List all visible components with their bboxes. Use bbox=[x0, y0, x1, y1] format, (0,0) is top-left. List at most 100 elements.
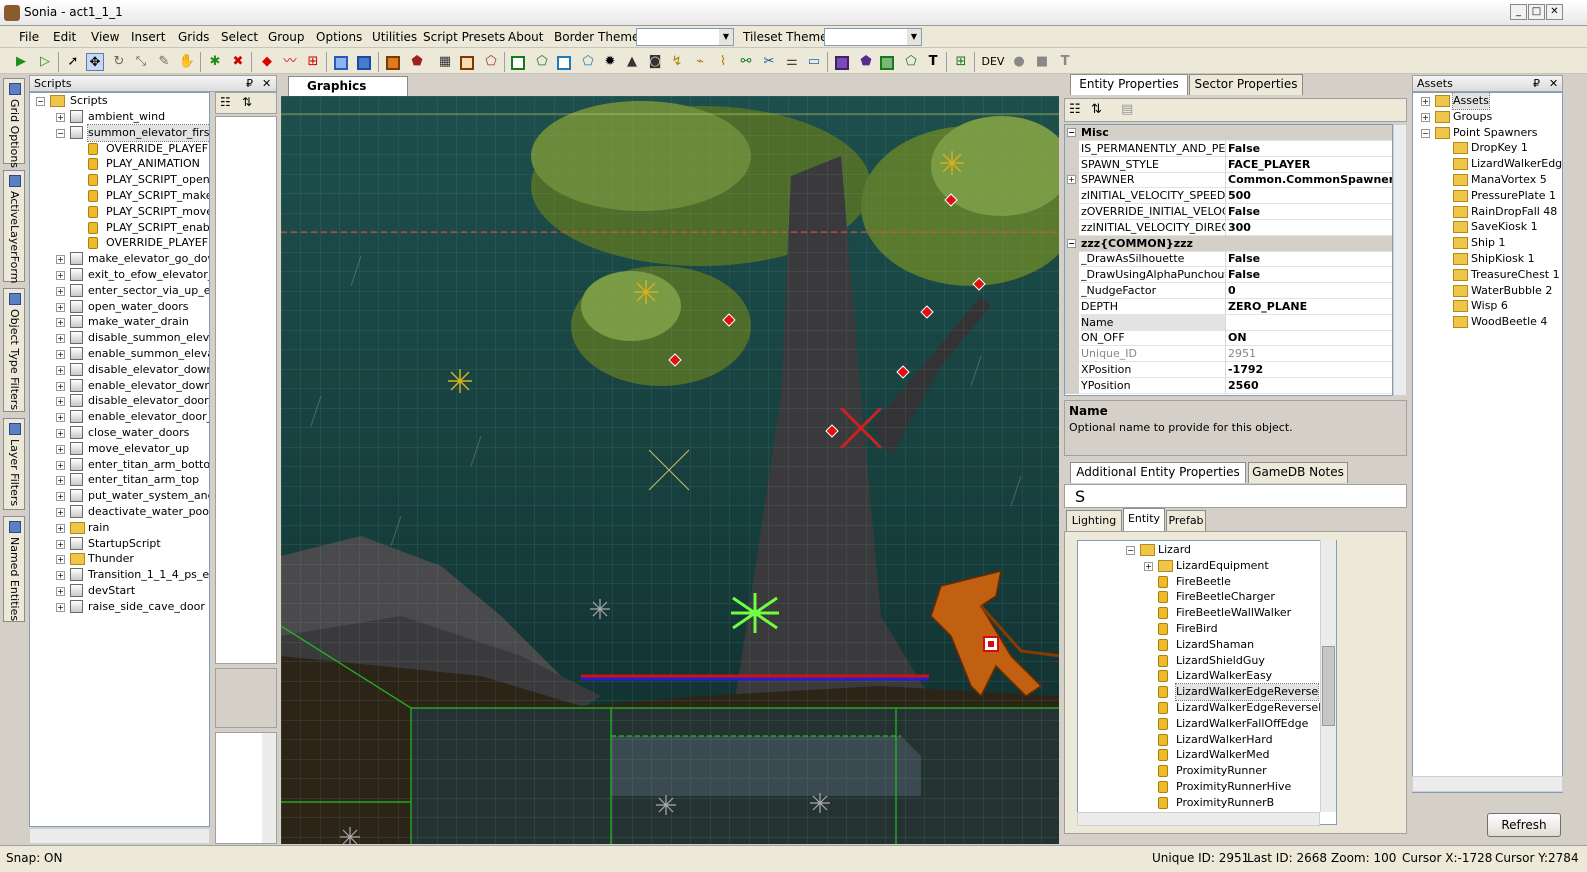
collapse-icon[interactable]: − bbox=[1067, 128, 1076, 137]
property-value[interactable]: 2560 bbox=[1228, 378, 1392, 393]
text-gray-icon[interactable]: T bbox=[1056, 53, 1074, 71]
expand-icon[interactable]: + bbox=[56, 113, 65, 122]
wrench-icon[interactable]: ✂ bbox=[760, 53, 778, 71]
property-value[interactable]: ZERO_PLANE bbox=[1228, 299, 1392, 314]
expand-icon[interactable]: + bbox=[56, 508, 65, 517]
square-green-icon[interactable] bbox=[880, 56, 894, 70]
menu-options[interactable]: Options bbox=[316, 30, 362, 44]
menu-view[interactable]: View bbox=[91, 30, 119, 44]
expand-icon[interactable]: + bbox=[56, 444, 65, 454]
property-row[interactable]: _NudgeFactor 0 bbox=[1065, 283, 1392, 299]
script-item[interactable]: + enable_elevator_down_tr bbox=[30, 378, 209, 394]
expand-icon[interactable]: + bbox=[56, 492, 65, 502]
property-category[interactable]: − zzz{COMMON}zzz bbox=[1065, 235, 1392, 252]
layers-icon[interactable] bbox=[357, 56, 371, 70]
asset-item[interactable]: LizardWalkerEdgeI bbox=[1413, 156, 1562, 172]
scale-icon[interactable]: ⤡ bbox=[132, 53, 150, 71]
dev-label[interactable]: DEV bbox=[980, 53, 1006, 71]
tab-graphics-window[interactable]: Graphics Window bbox=[288, 76, 408, 111]
asset-item[interactable]: + Groups bbox=[1413, 109, 1562, 125]
script-item[interactable]: + make_water_drain bbox=[30, 314, 209, 330]
entity-type-item[interactable]: FireBeetleWallWalker bbox=[1078, 605, 1336, 621]
add-point-icon[interactable]: ✱ bbox=[206, 53, 224, 71]
property-value[interactable]: 0 bbox=[1228, 283, 1392, 298]
asset-item[interactable]: WaterBubble 2 bbox=[1413, 283, 1562, 299]
expand-icon[interactable]: + bbox=[56, 555, 65, 565]
pentagon-dark-green-icon[interactable]: ⬠ bbox=[902, 53, 920, 71]
expand-icon[interactable]: + bbox=[56, 413, 65, 423]
tab-named-entities[interactable]: Named Entities bbox=[3, 516, 25, 622]
circle-icon[interactable]: ● bbox=[1010, 53, 1028, 71]
collapse-icon[interactable]: − bbox=[1421, 128, 1430, 138]
script-item[interactable]: + Thunder bbox=[30, 551, 209, 567]
assets-hscrollbar[interactable] bbox=[1412, 776, 1563, 792]
burst-icon[interactable]: ✹ bbox=[601, 53, 619, 71]
border-theme-select[interactable]: ▼ bbox=[636, 28, 734, 46]
film-icon[interactable]: ▭ bbox=[805, 53, 823, 71]
script-item[interactable]: + enter_titan_arm_top bbox=[30, 472, 209, 488]
script-item[interactable]: + enter_titan_arm_bottom bbox=[30, 457, 209, 473]
property-row[interactable]: + SPAWNER Common.CommonSpawner bbox=[1065, 172, 1392, 189]
expand-icon[interactable]: + bbox=[56, 255, 65, 265]
menu-utilities[interactable]: Utilities bbox=[372, 30, 417, 44]
property-row[interactable]: Unique_ID 2951 bbox=[1065, 346, 1392, 363]
script-item[interactable]: + ambient_wind bbox=[30, 109, 209, 125]
expand-icon[interactable]: + bbox=[56, 350, 65, 359]
property-row[interactable]: zOVERRIDE_INITIAL_VELOC False bbox=[1065, 204, 1392, 220]
pencil-icon[interactable]: ✎ bbox=[155, 53, 173, 71]
script-item[interactable]: + put_water_system_and_w bbox=[30, 488, 209, 504]
asset-item[interactable]: Ship 1 bbox=[1413, 235, 1562, 251]
script-item[interactable]: + disable_elevator_door_cc bbox=[30, 393, 209, 409]
menu-edit[interactable]: Edit bbox=[53, 30, 76, 44]
collapse-icon[interactable]: − bbox=[56, 128, 65, 138]
hand-icon[interactable]: ✋ bbox=[178, 53, 196, 71]
move-icon[interactable]: ✥ bbox=[86, 53, 104, 71]
expand-icon[interactable]: + bbox=[56, 365, 65, 375]
expand-icon[interactable]: + bbox=[56, 286, 65, 296]
entity-type-item[interactable]: − Lizard bbox=[1078, 542, 1336, 558]
property-row[interactable]: ON_OFF ON bbox=[1065, 330, 1392, 347]
pentagon-green-icon[interactable]: ⬠ bbox=[533, 53, 551, 71]
expand-icon[interactable]: + bbox=[1067, 175, 1076, 185]
script-item[interactable]: + move_elevator_up bbox=[30, 441, 209, 457]
entity-type-item[interactable]: ProximityRunnerB bbox=[1078, 795, 1336, 811]
asset-item[interactable]: ShipKiosk 1 bbox=[1413, 251, 1562, 267]
stop-icon[interactable]: ■ bbox=[1033, 53, 1051, 71]
tile-icon[interactable] bbox=[386, 56, 400, 70]
pin-icon[interactable]: ₽ bbox=[1533, 76, 1540, 91]
maximize-button[interactable]: □ bbox=[1528, 4, 1545, 20]
entity-tree-hscrollbar[interactable] bbox=[1077, 812, 1320, 826]
box-icon[interactable] bbox=[460, 56, 474, 70]
expand-icon[interactable]: + bbox=[56, 476, 65, 486]
script-item[interactable]: OVERRIDE_PLAYEF bbox=[30, 235, 209, 251]
subtab-entity[interactable]: Entity bbox=[1123, 508, 1165, 531]
warning-icon[interactable]: ▲ bbox=[623, 53, 641, 71]
expand-icon[interactable]: + bbox=[56, 571, 65, 581]
entity-type-item[interactable]: LizardWalkerEdgeReverse bbox=[1078, 683, 1336, 702]
property-row[interactable]: zINITIAL_VELOCITY_SPEED 500 bbox=[1065, 188, 1392, 205]
square-purple-icon[interactable] bbox=[835, 56, 849, 70]
asset-item[interactable]: ManaVortex 5 bbox=[1413, 172, 1562, 188]
script-item[interactable]: + enable_elevator_door_co bbox=[30, 409, 209, 425]
shape-icon[interactable]: ⬟ bbox=[408, 53, 426, 71]
script-item[interactable]: OVERRIDE_PLAYEF bbox=[30, 141, 209, 157]
script-item[interactable]: + raise_side_cave_door bbox=[30, 599, 209, 615]
chart-icon[interactable]: ⚌ bbox=[783, 53, 801, 71]
scripts-tree[interactable]: − Scripts + ambient_wind − summon_elevator_fi… bbox=[29, 92, 210, 827]
entity-type-item[interactable]: LizardWalkerHard bbox=[1078, 732, 1336, 748]
property-row[interactable]: Name bbox=[1065, 314, 1392, 331]
property-value[interactable]: 300 bbox=[1228, 220, 1392, 235]
tab-grid-options[interactable]: Grid Options bbox=[3, 78, 25, 168]
graphics-canvas[interactable] bbox=[281, 96, 1059, 844]
asset-item[interactable]: TreasureChest 1 bbox=[1413, 267, 1562, 283]
play-outline-icon[interactable]: ▷ bbox=[36, 53, 54, 71]
notes-scrollbar[interactable] bbox=[262, 733, 276, 843]
grid-green-icon[interactable]: ⊞ bbox=[952, 53, 970, 71]
property-value[interactable]: -1792 bbox=[1228, 362, 1392, 377]
script-item[interactable]: + disable_summon_elevator bbox=[30, 330, 209, 346]
subtab-prefab[interactable]: Prefab bbox=[1166, 510, 1206, 531]
entity-type-item[interactable]: LizardWalkerEdgeReverseMed bbox=[1078, 700, 1336, 716]
menu-insert[interactable]: Insert bbox=[131, 30, 165, 44]
script-property-grid[interactable] bbox=[215, 116, 277, 664]
script-item[interactable]: PLAY_SCRIPT_make bbox=[30, 188, 209, 204]
